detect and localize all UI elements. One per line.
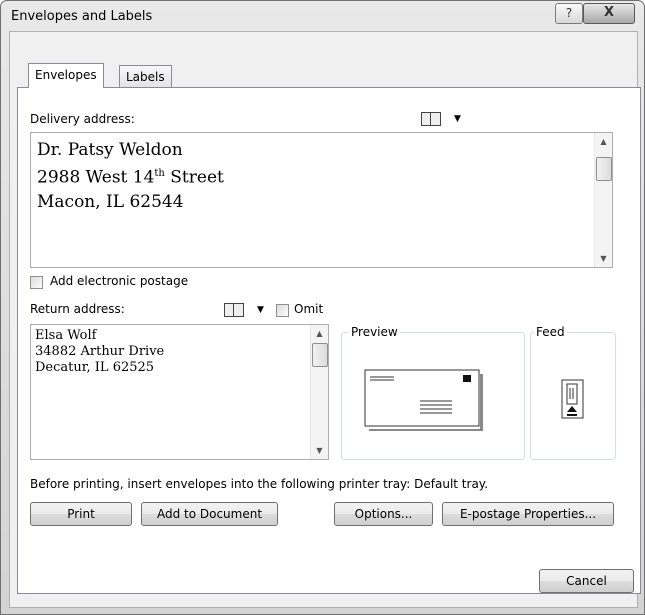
delivery-line-2-sup: th: [154, 168, 165, 179]
delivery-line-2-prefix: 2988 West 14: [37, 167, 155, 188]
return-scrollbar[interactable]: ▲ ▼: [310, 325, 328, 459]
envelope-preview-image: [364, 369, 483, 431]
epostage-properties-button[interactable]: E-postage Properties...: [442, 502, 614, 526]
dialog-title: Envelopes and Labels: [11, 9, 153, 24]
close-button[interactable]: X: [583, 3, 635, 24]
scroll-down-icon[interactable]: ▼: [311, 442, 328, 459]
delivery-address-input[interactable]: Dr. Patsy Weldon 2988 West 14th Street M…: [30, 132, 613, 268]
delivery-line-3: Macon, IL 62544: [37, 191, 184, 212]
envelopes-labels-dialog: Envelopes and Labels ? X Envelopes Label…: [0, 0, 645, 615]
delivery-chevron-down-icon[interactable]: ▼: [454, 114, 461, 124]
return-chevron-down-icon[interactable]: ▼: [257, 305, 264, 315]
electronic-postage-checkbox[interactable]: [30, 276, 43, 289]
return-line-1: Elsa Wolf: [35, 328, 97, 343]
options-button[interactable]: Options...: [334, 502, 433, 526]
envelopes-panel: Delivery address: ▼ Dr. Patsy Weldon 298…: [17, 87, 641, 594]
omit-label: Omit: [294, 302, 324, 316]
tab-envelopes[interactable]: Envelopes: [28, 63, 104, 88]
delivery-address-label: Delivery address:: [30, 112, 135, 126]
preview-label: Preview: [349, 325, 400, 339]
tab-labels[interactable]: Labels: [119, 65, 172, 88]
delivery-line-2: 2988 West 14th Street: [37, 162, 612, 190]
delivery-line-1: Dr. Patsy Weldon: [37, 140, 183, 160]
feed-button[interactable]: [530, 332, 616, 460]
return-address-input[interactable]: Elsa Wolf 34882 Arthur Drive Decatur, IL…: [30, 324, 329, 460]
scroll-up-icon[interactable]: ▲: [595, 133, 612, 150]
add-to-document-button[interactable]: Add to Document: [141, 502, 278, 526]
tab-envelopes-label: Envelopes: [35, 68, 97, 82]
scroll-thumb[interactable]: [312, 343, 328, 367]
tray-note-text: Before printing, insert envelopes into t…: [30, 477, 489, 491]
dialog-body: Envelopes Labels Delivery address: ▼ Dr.…: [9, 31, 641, 608]
electronic-postage-label: Add electronic postage: [50, 274, 189, 288]
help-button[interactable]: ?: [555, 3, 583, 24]
cancel-button[interactable]: Cancel: [539, 569, 634, 593]
return-address-book-icon[interactable]: [224, 303, 244, 317]
delivery-line-2-suffix: Street: [164, 167, 224, 188]
delivery-scrollbar[interactable]: ▲ ▼: [594, 133, 612, 267]
preview-envelope-button[interactable]: [341, 332, 525, 460]
delivery-address-book-icon[interactable]: [421, 112, 441, 126]
title-bar[interactable]: Envelopes and Labels ? X: [1, 1, 644, 31]
scroll-down-icon[interactable]: ▼: [595, 250, 612, 267]
return-address-label: Return address:: [30, 302, 125, 316]
scroll-up-icon[interactable]: ▲: [311, 325, 328, 342]
return-line-2: 34882 Arthur Drive: [35, 344, 165, 359]
print-button[interactable]: Print: [30, 502, 132, 526]
tab-labels-label: Labels: [126, 70, 165, 84]
scroll-thumb[interactable]: [596, 157, 612, 181]
return-line-3: Decatur, IL 62525: [35, 360, 155, 375]
omit-checkbox[interactable]: [276, 304, 289, 317]
feed-label: Feed: [534, 325, 567, 339]
feed-tray-icon: [561, 379, 584, 419]
